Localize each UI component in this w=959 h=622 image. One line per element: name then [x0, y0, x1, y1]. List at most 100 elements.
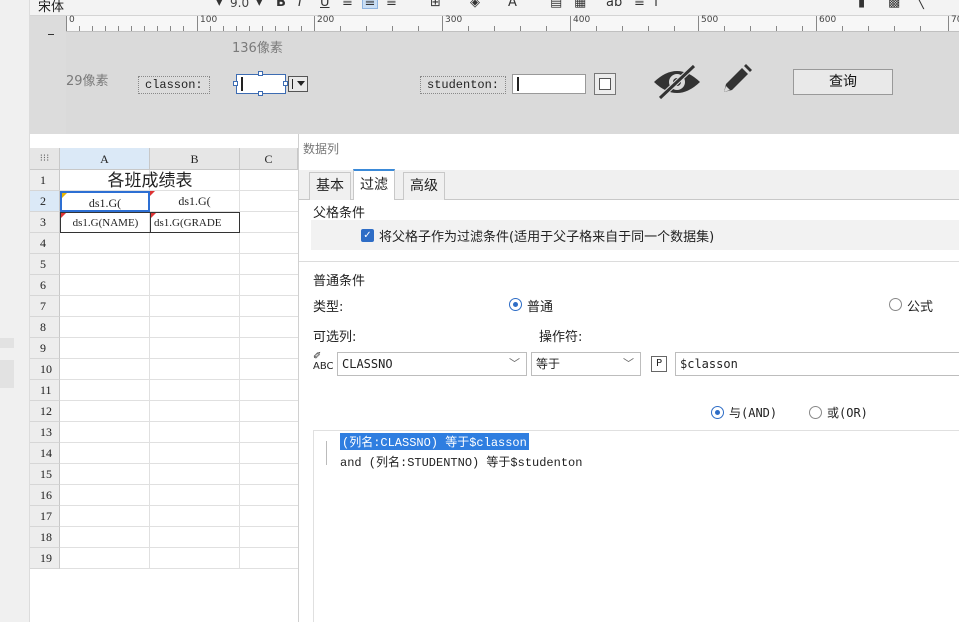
row-header[interactable]: 2: [30, 191, 60, 212]
classon-label[interactable]: classon:: [138, 76, 210, 94]
row-header[interactable]: 5: [30, 254, 60, 275]
parent-filter-checkbox[interactable]: ✓: [361, 229, 374, 242]
column-header-a[interactable]: A: [60, 148, 150, 170]
side-tab[interactable]: [0, 360, 14, 388]
pencil-icon[interactable]: [718, 62, 754, 98]
resize-handle[interactable]: [233, 81, 238, 86]
row-header[interactable]: 9: [30, 338, 60, 359]
collapse-marker[interactable]: [0, 338, 14, 348]
title-cell[interactable]: 各班成绩表: [60, 170, 240, 191]
operator-select[interactable]: 等于 ﹀: [531, 352, 641, 376]
row-header[interactable]: 1: [30, 170, 60, 191]
italic-icon[interactable]: I: [298, 0, 302, 10]
wrap-icon[interactable]: ab: [606, 0, 622, 10]
ruler-label: 400: [573, 15, 591, 25]
line-spacing-icon[interactable]: ≡: [634, 0, 645, 10]
align-left-icon[interactable]: ≡: [342, 0, 353, 10]
row-header[interactable]: 17: [30, 506, 60, 527]
logic-or-radio[interactable]: [809, 406, 822, 419]
abc-field-icon: ✐ ABC: [313, 351, 334, 372]
row-header[interactable]: 14: [30, 443, 60, 464]
format-toolbar: 宋体 9.0 ▾ ▾ B I U ≡ ≡ ≡ ⊞ ◈ A ▤ ▦ ab ≡ f …: [30, 0, 959, 16]
row-header[interactable]: 15: [30, 464, 60, 485]
type-normal-radio[interactable]: [509, 298, 522, 311]
align-right-icon[interactable]: ≡: [386, 0, 397, 10]
condition-item[interactable]: (列名:CLASSNO) 等于$classon: [340, 433, 529, 450]
align-center-icon[interactable]: ≡: [362, 0, 378, 10]
logic-and-radio[interactable]: [711, 406, 724, 419]
tab-filter[interactable]: 过滤: [353, 169, 395, 200]
underline-icon[interactable]: U: [320, 0, 330, 10]
classon-dropdown-button[interactable]: [288, 76, 308, 92]
spreadsheet-grid: ⁝⁝⁝ A B C 1 2 3 4 5 6 7 8 9 10 11 12 13 …: [30, 134, 298, 622]
tab-basic[interactable]: 基本: [309, 172, 351, 200]
type-normal-label: 普通: [527, 300, 554, 315]
font-color-icon[interactable]: A: [508, 0, 517, 10]
normal-condition-title: 普通条件: [313, 274, 366, 289]
row-header[interactable]: 7: [30, 296, 60, 317]
parameter-value-input[interactable]: $classon: [675, 352, 959, 376]
font-size-select[interactable]: 9.0: [230, 0, 249, 10]
fill-color-icon[interactable]: ◈: [470, 0, 480, 10]
row-header[interactable]: 12: [30, 401, 60, 422]
parent-condition-title: 父格条件: [313, 206, 366, 221]
tab-advanced[interactable]: 高级: [403, 172, 445, 200]
resize-handle[interactable]: [258, 71, 263, 76]
slash-icon[interactable]: ╲: [916, 0, 924, 10]
vertical-ruler: [36, 16, 66, 134]
parameter-canvas[interactable]: 136像素 29像素 classon: studenton: 查询: [66, 32, 959, 134]
calendar-button[interactable]: [594, 73, 616, 95]
parent-condition-box: ✓ 将父格子作为过滤条件(适用于父子格来自于同一个数据集): [311, 220, 959, 250]
operator-label: 操作符:: [539, 330, 583, 345]
cell-b3[interactable]: ds1.G(GRADE: [150, 212, 240, 233]
tree-connector: [326, 441, 327, 465]
cell-a3-text: ds1.G(NAME): [72, 217, 139, 229]
row-header[interactable]: 13: [30, 422, 60, 443]
cell-a3[interactable]: ds1.G(NAME): [60, 212, 151, 233]
select-all-corner[interactable]: ⁝⁝⁝: [30, 148, 60, 170]
parameter-button[interactable]: P: [651, 356, 667, 372]
merge-cells-icon[interactable]: ▤: [550, 0, 562, 10]
dialog-tabs: 基本 过滤 高级: [299, 169, 959, 200]
cell-a2-text: ds1.G(: [88, 196, 122, 210]
row-header[interactable]: 3: [30, 212, 60, 233]
resize-handle[interactable]: [258, 91, 263, 96]
row-header[interactable]: 10: [30, 359, 60, 380]
column-header-b[interactable]: B: [150, 148, 240, 170]
column-select[interactable]: CLASSNO ﹀: [337, 352, 527, 376]
bold-icon[interactable]: B: [276, 0, 286, 10]
image-icon[interactable]: ▩: [888, 0, 900, 10]
row-header[interactable]: 18: [30, 527, 60, 548]
data-column-dialog: 数据列 基本 过滤 高级 父格条件 ✓ 将父格子作为过滤条件(适用于父子格来自于…: [298, 134, 959, 622]
studenton-label[interactable]: studenton:: [420, 76, 507, 94]
dialog-title: 数据列: [299, 134, 959, 162]
column-header-c[interactable]: C: [240, 148, 298, 170]
query-button[interactable]: 查询: [793, 69, 893, 95]
row-header[interactable]: 8: [30, 317, 60, 338]
row-header[interactable]: 11: [30, 380, 60, 401]
type-formula-radio[interactable]: [889, 298, 902, 311]
row-header[interactable]: 6: [30, 275, 60, 296]
chart-icon[interactable]: ▮: [858, 0, 865, 10]
height-pixel-label: 29像素: [66, 74, 109, 89]
dropdown-arrow-icon[interactable]: ▾: [256, 0, 263, 10]
eye-hidden-icon[interactable]: [652, 62, 702, 102]
operator-select-value: 等于: [536, 357, 561, 371]
formula-icon[interactable]: f: [654, 0, 659, 10]
dropdown-arrow-icon[interactable]: ▾: [216, 0, 223, 10]
cell-a2[interactable]: ds1.G(: [60, 191, 150, 212]
left-side-strip: [0, 0, 30, 622]
divider: [299, 261, 959, 262]
condition-tree[interactable]: (列名:CLASSNO) 等于$classon and (列名:STUDENTN…: [313, 430, 959, 622]
condition-item[interactable]: and (列名:STUDENTNO) 等于$studenton: [340, 453, 582, 470]
font-name-select[interactable]: 宋体: [38, 0, 64, 15]
border-icon[interactable]: ⊞: [430, 0, 441, 10]
row-header[interactable]: 4: [30, 233, 60, 254]
row-header[interactable]: 19: [30, 548, 60, 569]
split-cells-icon[interactable]: ▦: [574, 0, 586, 10]
row-header[interactable]: 16: [30, 485, 60, 506]
studenton-input[interactable]: [512, 74, 586, 94]
cell-b2[interactable]: ds1.G(: [150, 191, 240, 212]
chevron-down-icon: ﹀: [623, 357, 634, 370]
ruler-label: 500: [701, 15, 719, 25]
